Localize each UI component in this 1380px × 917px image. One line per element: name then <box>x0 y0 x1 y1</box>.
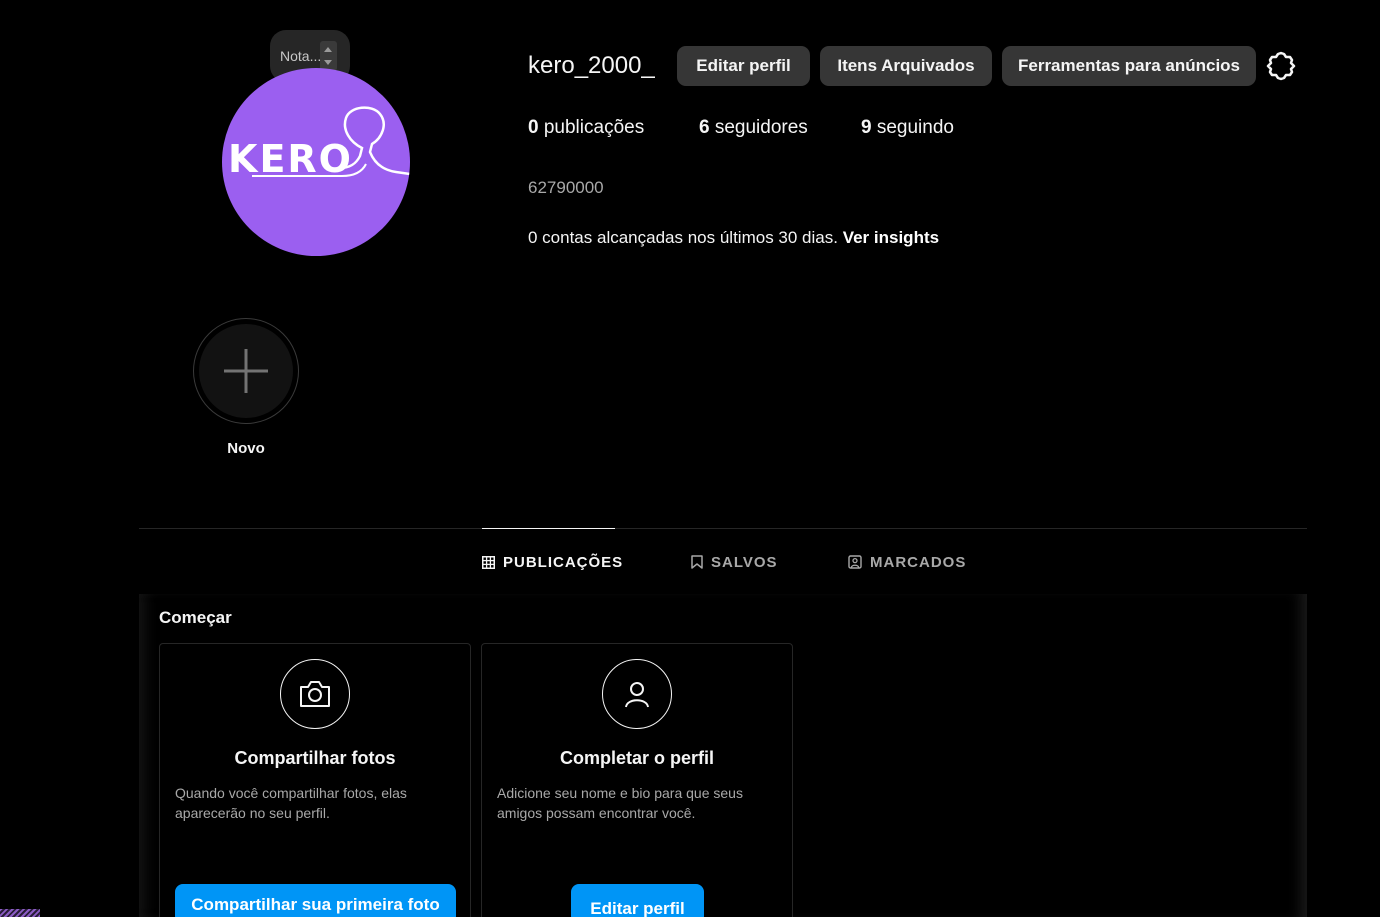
following-label: seguindo <box>876 117 954 138</box>
following-count: 9 <box>861 117 872 138</box>
complete-profile-card: Completar o perfil Adicione seu nome e b… <box>481 643 793 917</box>
followers-stat[interactable]: 6 seguidores <box>699 117 808 139</box>
archived-items-button[interactable]: Itens Arquivados <box>820 46 992 86</box>
following-stat[interactable]: 9 seguindo <box>861 117 954 139</box>
profile-avatar[interactable]: KERO <box>222 68 410 256</box>
highlight-inner <box>199 324 293 418</box>
followers-count: 6 <box>699 117 710 138</box>
user-icon <box>625 682 649 708</box>
taskbar-corner-decoration <box>0 909 40 917</box>
camera-icon-circle <box>280 659 350 729</box>
get-started-title: Começar <box>159 608 232 627</box>
kero-logo-icon: KERO <box>228 106 410 181</box>
gear-icon[interactable] <box>1265 50 1297 82</box>
tab-tagged[interactable]: MARCADOS <box>848 552 966 572</box>
complete-profile-title: Completar o perfil <box>559 748 715 768</box>
active-tab-indicator <box>482 528 615 529</box>
share-photos-description: Quando você compartilhar fotos, elas apa… <box>175 785 407 821</box>
grid-icon <box>482 555 495 569</box>
complete-profile-description: Adicione seu nome e bio para que seus am… <box>497 785 743 821</box>
tab-saved[interactable]: SALVOS <box>691 552 778 572</box>
bookmark-icon <box>691 555 703 569</box>
spinner-down-icon[interactable] <box>324 60 332 65</box>
ad-tools-button[interactable]: Ferramentas para anúncios <box>1002 46 1256 86</box>
bio-text: 62790000 <box>528 178 604 197</box>
logo-text: KERO <box>228 137 353 181</box>
profile-username: kero_2000_ <box>528 52 655 79</box>
note-spinner[interactable] <box>320 41 337 71</box>
plus-icon <box>224 349 268 393</box>
reach-text: 0 contas alcançadas nos últimos 30 dias. <box>528 228 838 247</box>
share-photos-title: Compartilhar fotos <box>234 748 396 768</box>
reach-summary: 0 contas alcançadas nos últimos 30 dias.… <box>528 228 939 248</box>
share-first-photo-button[interactable]: Compartilhar sua primeira foto <box>175 884 456 917</box>
card-edit-profile-button[interactable]: Editar perfil <box>571 884 704 917</box>
followers-label: seguidores <box>714 117 808 138</box>
tab-posts[interactable]: PUBLICAÇÕES <box>482 552 623 572</box>
share-photos-card: Compartilhar fotos Quando você compartil… <box>159 643 471 917</box>
tab-tagged-label: MARCADOS <box>870 553 967 571</box>
new-highlight-button[interactable] <box>193 318 299 424</box>
posts-count: 0 <box>528 117 539 138</box>
tabs-divider <box>139 528 1307 529</box>
insights-link[interactable]: Ver insights <box>843 228 939 247</box>
camera-icon <box>300 681 330 707</box>
tab-posts-label: PUBLICAÇÕES <box>503 553 624 571</box>
user-icon-circle <box>602 659 672 729</box>
tagged-icon <box>848 555 862 569</box>
edit-profile-button[interactable]: Editar perfil <box>677 46 810 86</box>
spinner-up-icon[interactable] <box>324 47 332 52</box>
tab-saved-label: SALVOS <box>711 553 778 571</box>
note-placeholder[interactable]: Nota... <box>280 48 321 64</box>
new-highlight-label: Novo <box>227 440 265 457</box>
posts-stat: 0 publicações <box>528 117 644 139</box>
posts-label: publicações <box>543 117 645 138</box>
